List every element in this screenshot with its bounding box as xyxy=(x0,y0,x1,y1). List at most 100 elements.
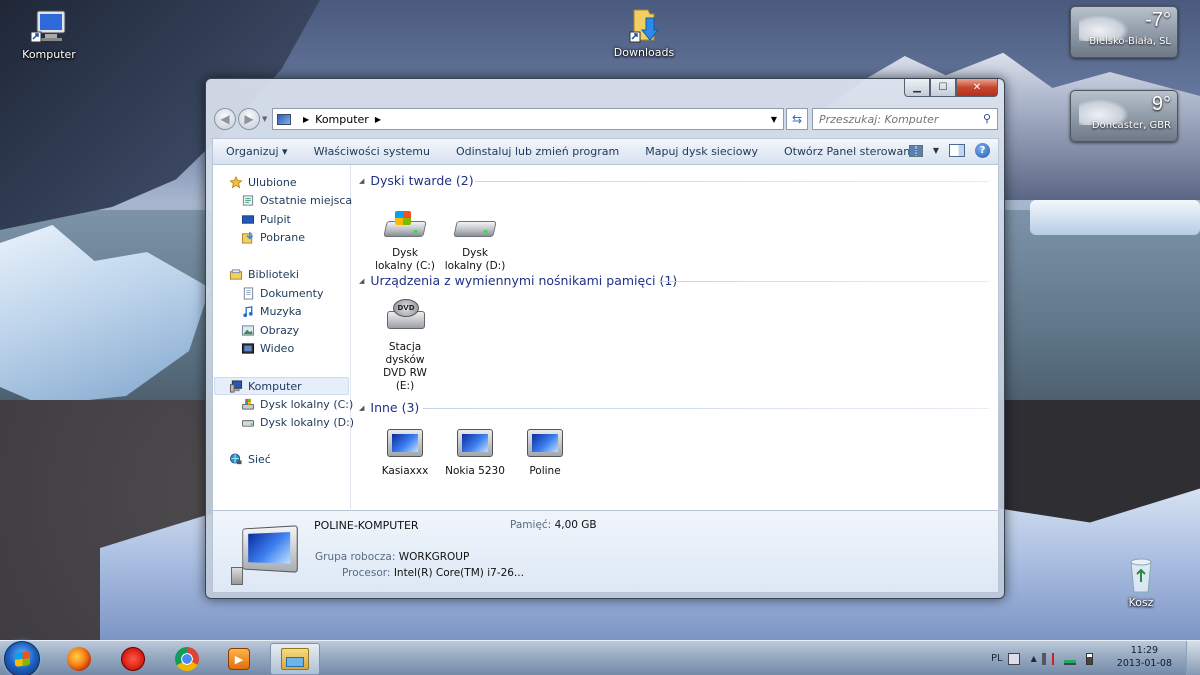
nav-item-network[interactable]: Sieć xyxy=(229,450,271,468)
nav-item-desktop[interactable]: Pulpit xyxy=(241,210,291,228)
nav-item-documents[interactable]: Dokumenty xyxy=(241,284,323,302)
battery-icon[interactable] xyxy=(1085,652,1093,665)
nav-label: Dysk lokalny (D:) xyxy=(260,415,355,429)
breadcrumb-computer[interactable]: Komputer xyxy=(315,113,369,126)
nav-item-drive-d[interactable]: Dysk lokalny (D:) xyxy=(241,413,354,431)
close-button[interactable]: ✕ xyxy=(956,79,998,97)
item-label: Dysk xyxy=(462,247,488,259)
dvd-drive-item[interactable]: DVD Stacja dysków DVD RW (E:) xyxy=(373,299,437,393)
keyboard-icon[interactable] xyxy=(1007,652,1020,665)
nav-item-downloads[interactable]: Pobrane xyxy=(241,228,305,246)
dvd-drive-icon: DVD xyxy=(383,299,427,337)
breadcrumb-arrow-icon[interactable]: ▶ xyxy=(303,115,309,124)
caption-buttons: ▁ ☐ ✕ xyxy=(904,79,998,97)
search-box[interactable]: ⚲ xyxy=(812,108,998,130)
address-dropdown-icon[interactable]: ▼ xyxy=(771,115,777,124)
nav-label: Pulpit xyxy=(260,212,291,226)
organize-button[interactable]: Organizuj ▾ xyxy=(213,145,301,158)
recycle-bin-icon xyxy=(1121,556,1161,594)
uninstall-program-button[interactable]: Odinstaluj lub zmień program xyxy=(443,145,632,158)
weather-gadget[interactable]: -7° Bielsko-Biała, SL xyxy=(1070,6,1178,58)
language-indicator[interactable]: PL xyxy=(991,653,1003,664)
nav-item-libraries[interactable]: Biblioteki xyxy=(229,265,299,283)
view-dropdown-icon[interactable]: ▼ xyxy=(933,146,939,155)
drive-c-item[interactable]: Dysk lokalny (C:) xyxy=(373,209,437,273)
show-desktop-button[interactable] xyxy=(1186,641,1200,675)
system-properties-button[interactable]: Właściwości systemu xyxy=(301,145,443,158)
start-button[interactable] xyxy=(4,641,40,675)
help-icon[interactable]: ? xyxy=(975,143,990,158)
clock[interactable]: 11:29 2013-01-08 xyxy=(1117,644,1172,670)
refresh-button[interactable]: ⇆ xyxy=(786,108,808,130)
drive-d-item[interactable]: Dysk lokalny (D:) xyxy=(443,209,507,273)
volume-icon[interactable] xyxy=(1041,652,1054,665)
desktop-icon-computer[interactable]: Komputer xyxy=(9,8,89,61)
desktop-icon-recycle-bin[interactable]: Kosz xyxy=(1101,556,1181,609)
address-bar[interactable]: ▶ Komputer ▶ ▼ xyxy=(272,108,784,130)
network-status-icon[interactable] xyxy=(1063,652,1076,665)
nav-label: Dysk lokalny (C:) xyxy=(260,397,354,411)
show-hidden-icons-icon[interactable]: ▲ xyxy=(1031,654,1037,663)
nav-label: Ostatnie miejsca xyxy=(260,193,353,207)
nav-label: Dokumenty xyxy=(260,286,324,300)
nav-item-recent-places[interactable]: Ostatnie miejsca xyxy=(241,191,352,209)
item-label: (E:) xyxy=(395,380,415,392)
other-device-item[interactable]: Nokia 5230 xyxy=(443,427,507,478)
map-network-drive-button[interactable]: Mapuj dysk sieciowy xyxy=(632,145,771,158)
taskbar-app-media-player[interactable]: ▶ xyxy=(214,643,264,675)
weather-gadget[interactable]: 9° Doncaster, GBR xyxy=(1070,90,1178,142)
change-view-icon[interactable] xyxy=(908,144,923,157)
item-label: DVD RW xyxy=(383,367,427,379)
nav-label: Muzyka xyxy=(260,304,302,318)
breadcrumb-arrow-icon[interactable]: ▶ xyxy=(375,115,381,124)
computer-icon xyxy=(29,8,69,46)
weather-city: Bielsko-Biała, SL xyxy=(1089,36,1171,47)
group-header-hard-drives[interactable]: ◢ Dyski twarde (2) xyxy=(359,173,474,188)
media-device-icon xyxy=(383,427,427,461)
back-button[interactable]: ◀ xyxy=(214,108,236,130)
search-icon[interactable]: ⚲ xyxy=(983,112,991,125)
desktop-icon-downloads[interactable]: Downloads xyxy=(604,6,684,59)
taskbar-app-chrome[interactable] xyxy=(162,643,212,675)
nav-item-videos[interactable]: Wideo xyxy=(241,339,294,357)
nav-item-computer[interactable]: Komputer xyxy=(229,377,302,395)
nav-label: Pobrane xyxy=(260,230,305,244)
processor-row: Procesor: Intel(R) Core(TM) i7-26... xyxy=(342,567,524,579)
item-label: lokalny (D:) xyxy=(444,260,506,272)
collapse-triangle-icon: ◢ xyxy=(359,276,365,285)
search-input[interactable] xyxy=(813,109,973,129)
hard-drive-icon xyxy=(241,419,255,427)
collapse-triangle-icon: ◢ xyxy=(359,176,365,185)
nav-item-drive-c[interactable]: Dysk lokalny (C:) xyxy=(241,395,353,413)
taskbar: ▶ PL ▲ 11:29 2013-01-08 xyxy=(0,640,1200,675)
taskbar-app-blocked[interactable] xyxy=(108,643,158,675)
forward-button[interactable]: ▶ xyxy=(238,108,260,130)
music-icon xyxy=(243,305,253,317)
group-title: Inne (3) xyxy=(370,400,420,415)
item-label: Nokia 5230 xyxy=(445,465,505,477)
other-device-item[interactable]: Kasiaxxx xyxy=(373,427,437,478)
preview-pane-icon[interactable] xyxy=(949,144,965,157)
hard-drive-icon xyxy=(453,209,497,243)
workgroup-value: WORKGROUP xyxy=(398,551,470,563)
group-title: Urządzenia z wymiennymi nośnikami pamięc… xyxy=(370,273,678,288)
group-header-other[interactable]: ◢ Inne (3) xyxy=(359,400,419,415)
item-label: lokalny (C:) xyxy=(375,260,435,272)
weather-city: Doncaster, GBR xyxy=(1091,120,1171,131)
processor-label: Procesor: xyxy=(342,567,391,579)
explorer-window[interactable]: ▁ ☐ ✕ ◀ ▶ ▼ ▶ Komputer ▶ ▼ ⇆ ⚲ Organizuj… xyxy=(205,78,1005,599)
minimize-button[interactable]: ▁ xyxy=(904,79,930,97)
nav-item-pictures[interactable]: Obrazy xyxy=(241,321,299,339)
nav-item-favorites[interactable]: Ulubione xyxy=(229,173,297,191)
nav-item-music[interactable]: Muzyka xyxy=(241,302,302,320)
item-label: Kasiaxxx xyxy=(381,465,429,477)
taskbar-app-explorer[interactable] xyxy=(270,643,320,675)
recent-pages-dropdown[interactable]: ▼ xyxy=(262,115,267,123)
group-header-removable[interactable]: ◢ Urządzenia z wymiennymi nośnikami pami… xyxy=(359,273,677,288)
taskbar-app-firefox[interactable] xyxy=(54,643,104,675)
minimize-icon: ▁ xyxy=(913,82,921,93)
maximize-button[interactable]: ☐ xyxy=(930,79,956,97)
memory-label: Pamięć: xyxy=(510,519,552,531)
other-device-item[interactable]: Poline xyxy=(513,427,577,478)
blocked-app-icon xyxy=(121,647,145,671)
